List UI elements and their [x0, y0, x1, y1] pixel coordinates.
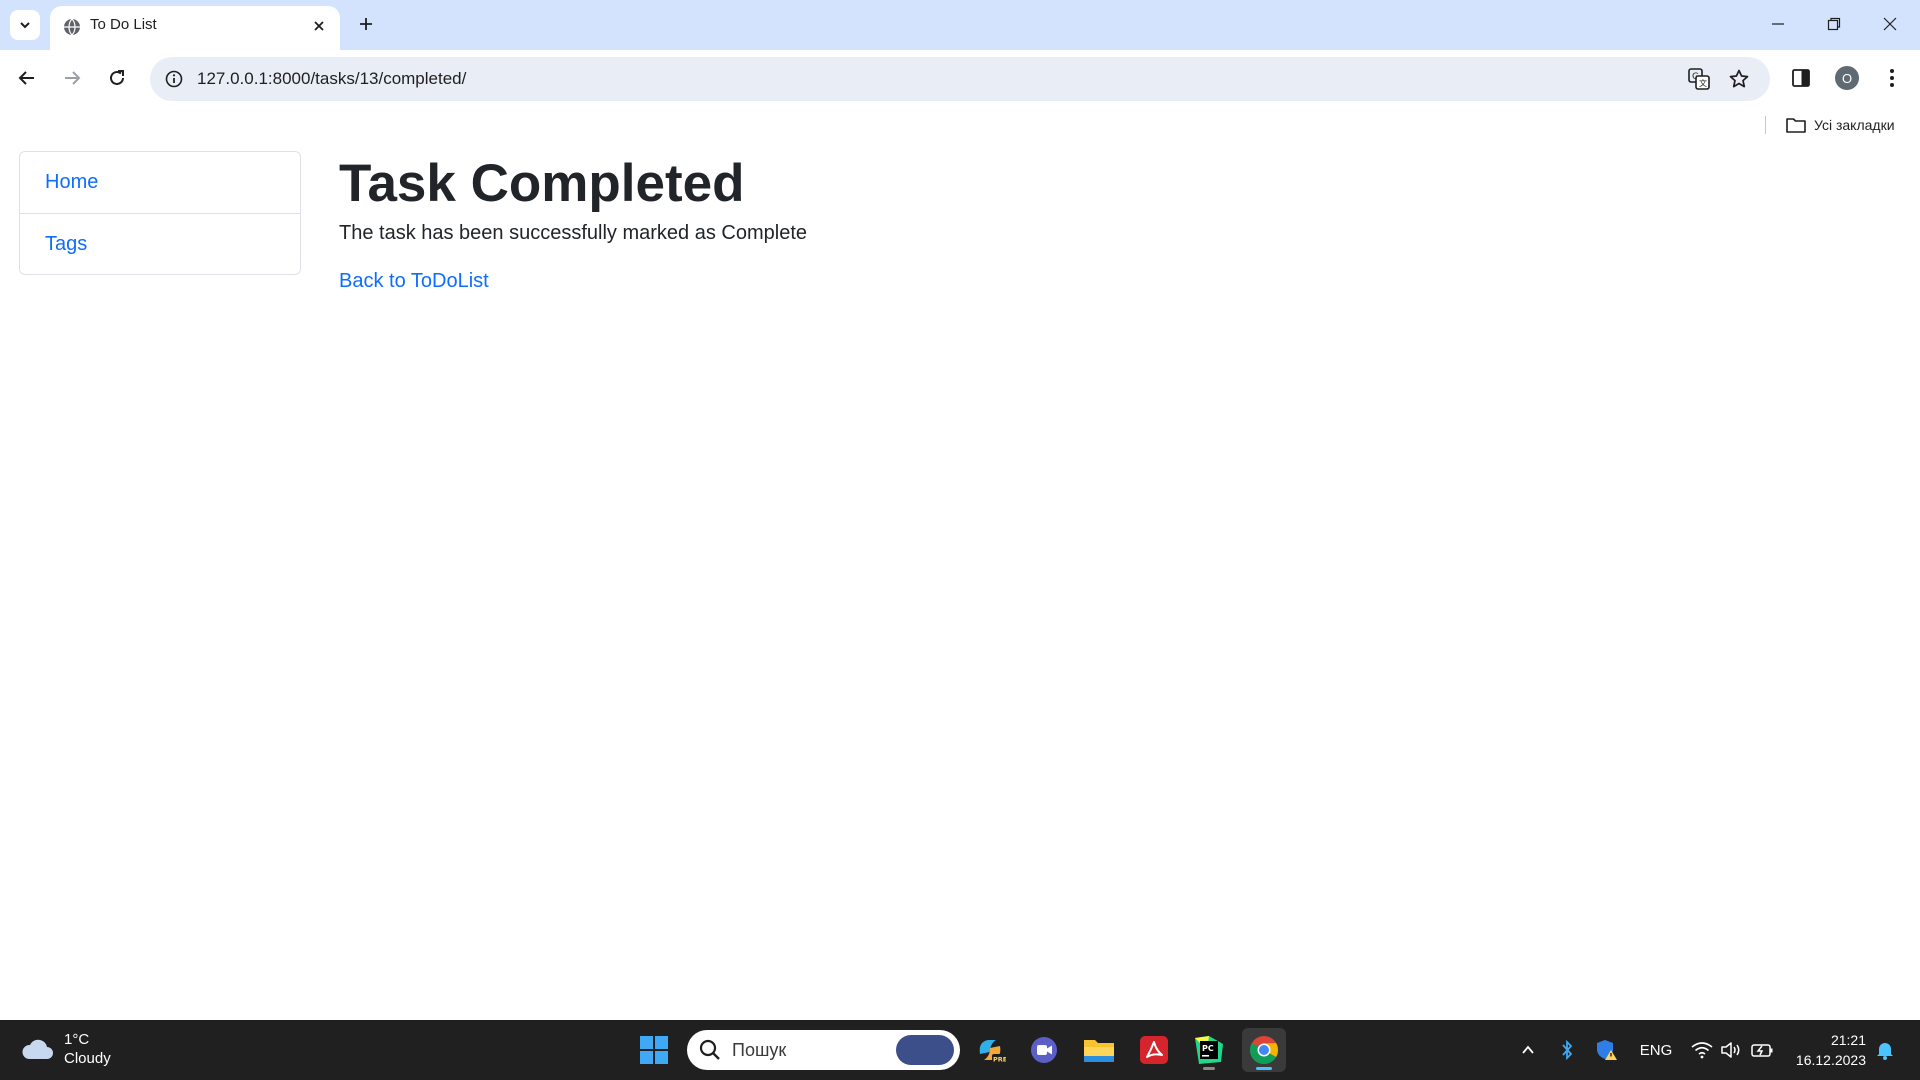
weather-widget[interactable]: 1°C Cloudy [20, 1030, 111, 1068]
bluetooth-icon [1562, 1040, 1573, 1060]
restore-icon [1827, 17, 1841, 31]
plus-icon [360, 18, 372, 30]
clock-time: 21:21 [1830, 1032, 1866, 1048]
language-indicator[interactable]: ENG [1636, 1038, 1676, 1062]
battery-charging-icon [1751, 1044, 1773, 1057]
translate-button[interactable]: G文 [1685, 65, 1713, 93]
svg-text:PC: PC [1202, 1044, 1214, 1053]
folder-icon [1084, 1040, 1114, 1062]
side-panel-icon [1792, 69, 1810, 87]
notifications-button[interactable] [1872, 1038, 1898, 1062]
avatar: O [1835, 66, 1859, 90]
shield-warning-icon [1597, 1040, 1617, 1060]
running-indicator [1203, 1067, 1215, 1070]
main-content: Task Completed The task has been success… [339, 142, 807, 293]
tab-close-button[interactable] [310, 17, 328, 35]
chrome-icon [1249, 1036, 1278, 1065]
back-to-todolist-link[interactable]: Back to ToDoList [339, 270, 489, 293]
tab-title: To Do List [90, 16, 157, 33]
copilot-icon: PRE [979, 1040, 1006, 1064]
taskbar-app-file-explorer[interactable] [1077, 1028, 1121, 1072]
taskbar-app-copilot[interactable]: PRE [968, 1028, 1012, 1072]
site-info-button[interactable] [160, 65, 188, 93]
minimize-icon [1772, 23, 1784, 25]
windows-taskbar: 1°C Cloudy Пошук PRE PC ENG 21:21 16.12.… [0, 1020, 1920, 1080]
minimize-button[interactable] [1750, 0, 1806, 48]
bookmark-star-button[interactable] [1725, 65, 1753, 93]
star-icon [1729, 69, 1749, 88]
taskbar-app-chrome[interactable] [1242, 1028, 1286, 1072]
web-page: Home Tags Task Completed The task has be… [0, 142, 1920, 1020]
reload-icon [110, 70, 124, 85]
acrobat-icon [1140, 1036, 1168, 1064]
security-tray[interactable] [1594, 1038, 1620, 1062]
search-icon [699, 1039, 720, 1060]
tab-search-button[interactable] [10, 10, 40, 40]
taskbar-app-pycharm[interactable]: PC [1187, 1028, 1231, 1072]
wifi-tray[interactable] [1690, 1038, 1714, 1062]
profile-button[interactable]: O [1830, 61, 1864, 95]
back-button[interactable] [9, 60, 45, 96]
page-title: Task Completed [339, 154, 745, 213]
weather-temperature: 1°C [64, 1031, 90, 1048]
arrow-left-icon [18, 71, 34, 85]
taskbar-app-teams-meet[interactable] [1022, 1028, 1066, 1072]
language-label: ENG [1639, 1041, 1673, 1059]
address-bar[interactable]: 127.0.0.1:8000/tasks/13/completed/ G文 [150, 57, 1770, 101]
taskbar-app-acrobat[interactable] [1132, 1028, 1176, 1072]
pycharm-icon: PC [1195, 1036, 1223, 1064]
video-camera-icon [1031, 1037, 1057, 1063]
speaker-icon [1721, 1042, 1740, 1058]
volume-tray[interactable] [1718, 1038, 1744, 1062]
sidebar-nav: Home Tags [19, 151, 301, 275]
taskbar-search[interactable]: Пошук [687, 1030, 960, 1070]
search-highlight-image [896, 1035, 954, 1065]
all-bookmarks-button[interactable]: Усі закладки [1786, 112, 1895, 138]
bell-icon [1877, 1043, 1893, 1060]
restore-button[interactable] [1806, 0, 1862, 48]
chevron-down-icon [20, 22, 30, 29]
wifi-icon [1691, 1042, 1713, 1059]
search-placeholder: Пошук [732, 1040, 787, 1060]
reload-button[interactable] [99, 60, 135, 96]
weather-text: 1°C Cloudy [64, 1030, 111, 1068]
close-window-button[interactable] [1862, 0, 1918, 48]
weather-condition: Cloudy [64, 1050, 111, 1067]
active-indicator [1256, 1067, 1272, 1070]
svg-text:文: 文 [1699, 78, 1707, 88]
bluetooth-tray[interactable] [1554, 1038, 1580, 1062]
close-icon [314, 21, 324, 31]
url-text[interactable]: 127.0.0.1:8000/tasks/13/completed/ [197, 57, 466, 101]
folder-icon [1786, 118, 1806, 133]
info-icon [165, 70, 183, 88]
bookmarks-bar: Усі закладки [0, 108, 1920, 142]
arrow-right-icon [65, 71, 81, 85]
all-bookmarks-label: Усі закладки [1814, 117, 1895, 133]
success-message: The task has been successfully marked as… [339, 221, 807, 244]
forward-button[interactable] [54, 60, 90, 96]
browser-toolbar: 127.0.0.1:8000/tasks/13/completed/ G文 O [0, 50, 1920, 108]
start-button[interactable] [634, 1030, 674, 1070]
windows-logo-icon [640, 1036, 668, 1064]
clock-date: 16.12.2023 [1795, 1052, 1866, 1068]
sidebar-item-home[interactable]: Home [20, 152, 300, 213]
show-hidden-icons-button[interactable] [1515, 1038, 1541, 1062]
cloud-icon [22, 1039, 53, 1059]
close-icon [1883, 17, 1897, 31]
new-tab-button[interactable] [352, 10, 380, 38]
browser-menu-button[interactable] [1875, 61, 1909, 95]
browser-tab[interactable]: To Do List [50, 6, 340, 50]
bookmarks-separator [1765, 116, 1766, 134]
svg-text:PRE: PRE [993, 1056, 1006, 1064]
globe-icon [64, 18, 80, 36]
chevron-up-icon [1522, 1045, 1534, 1054]
battery-tray[interactable] [1748, 1038, 1776, 1062]
sidebar-item-tags[interactable]: Tags [20, 213, 300, 274]
taskbar-clock[interactable]: 21:21 16.12.2023 [1790, 1030, 1866, 1070]
browser-tabstrip: To Do List [0, 0, 1920, 50]
side-panel-button[interactable] [1784, 61, 1818, 95]
translate-icon: G文 [1688, 68, 1710, 90]
kebab-menu-icon [1890, 69, 1894, 87]
